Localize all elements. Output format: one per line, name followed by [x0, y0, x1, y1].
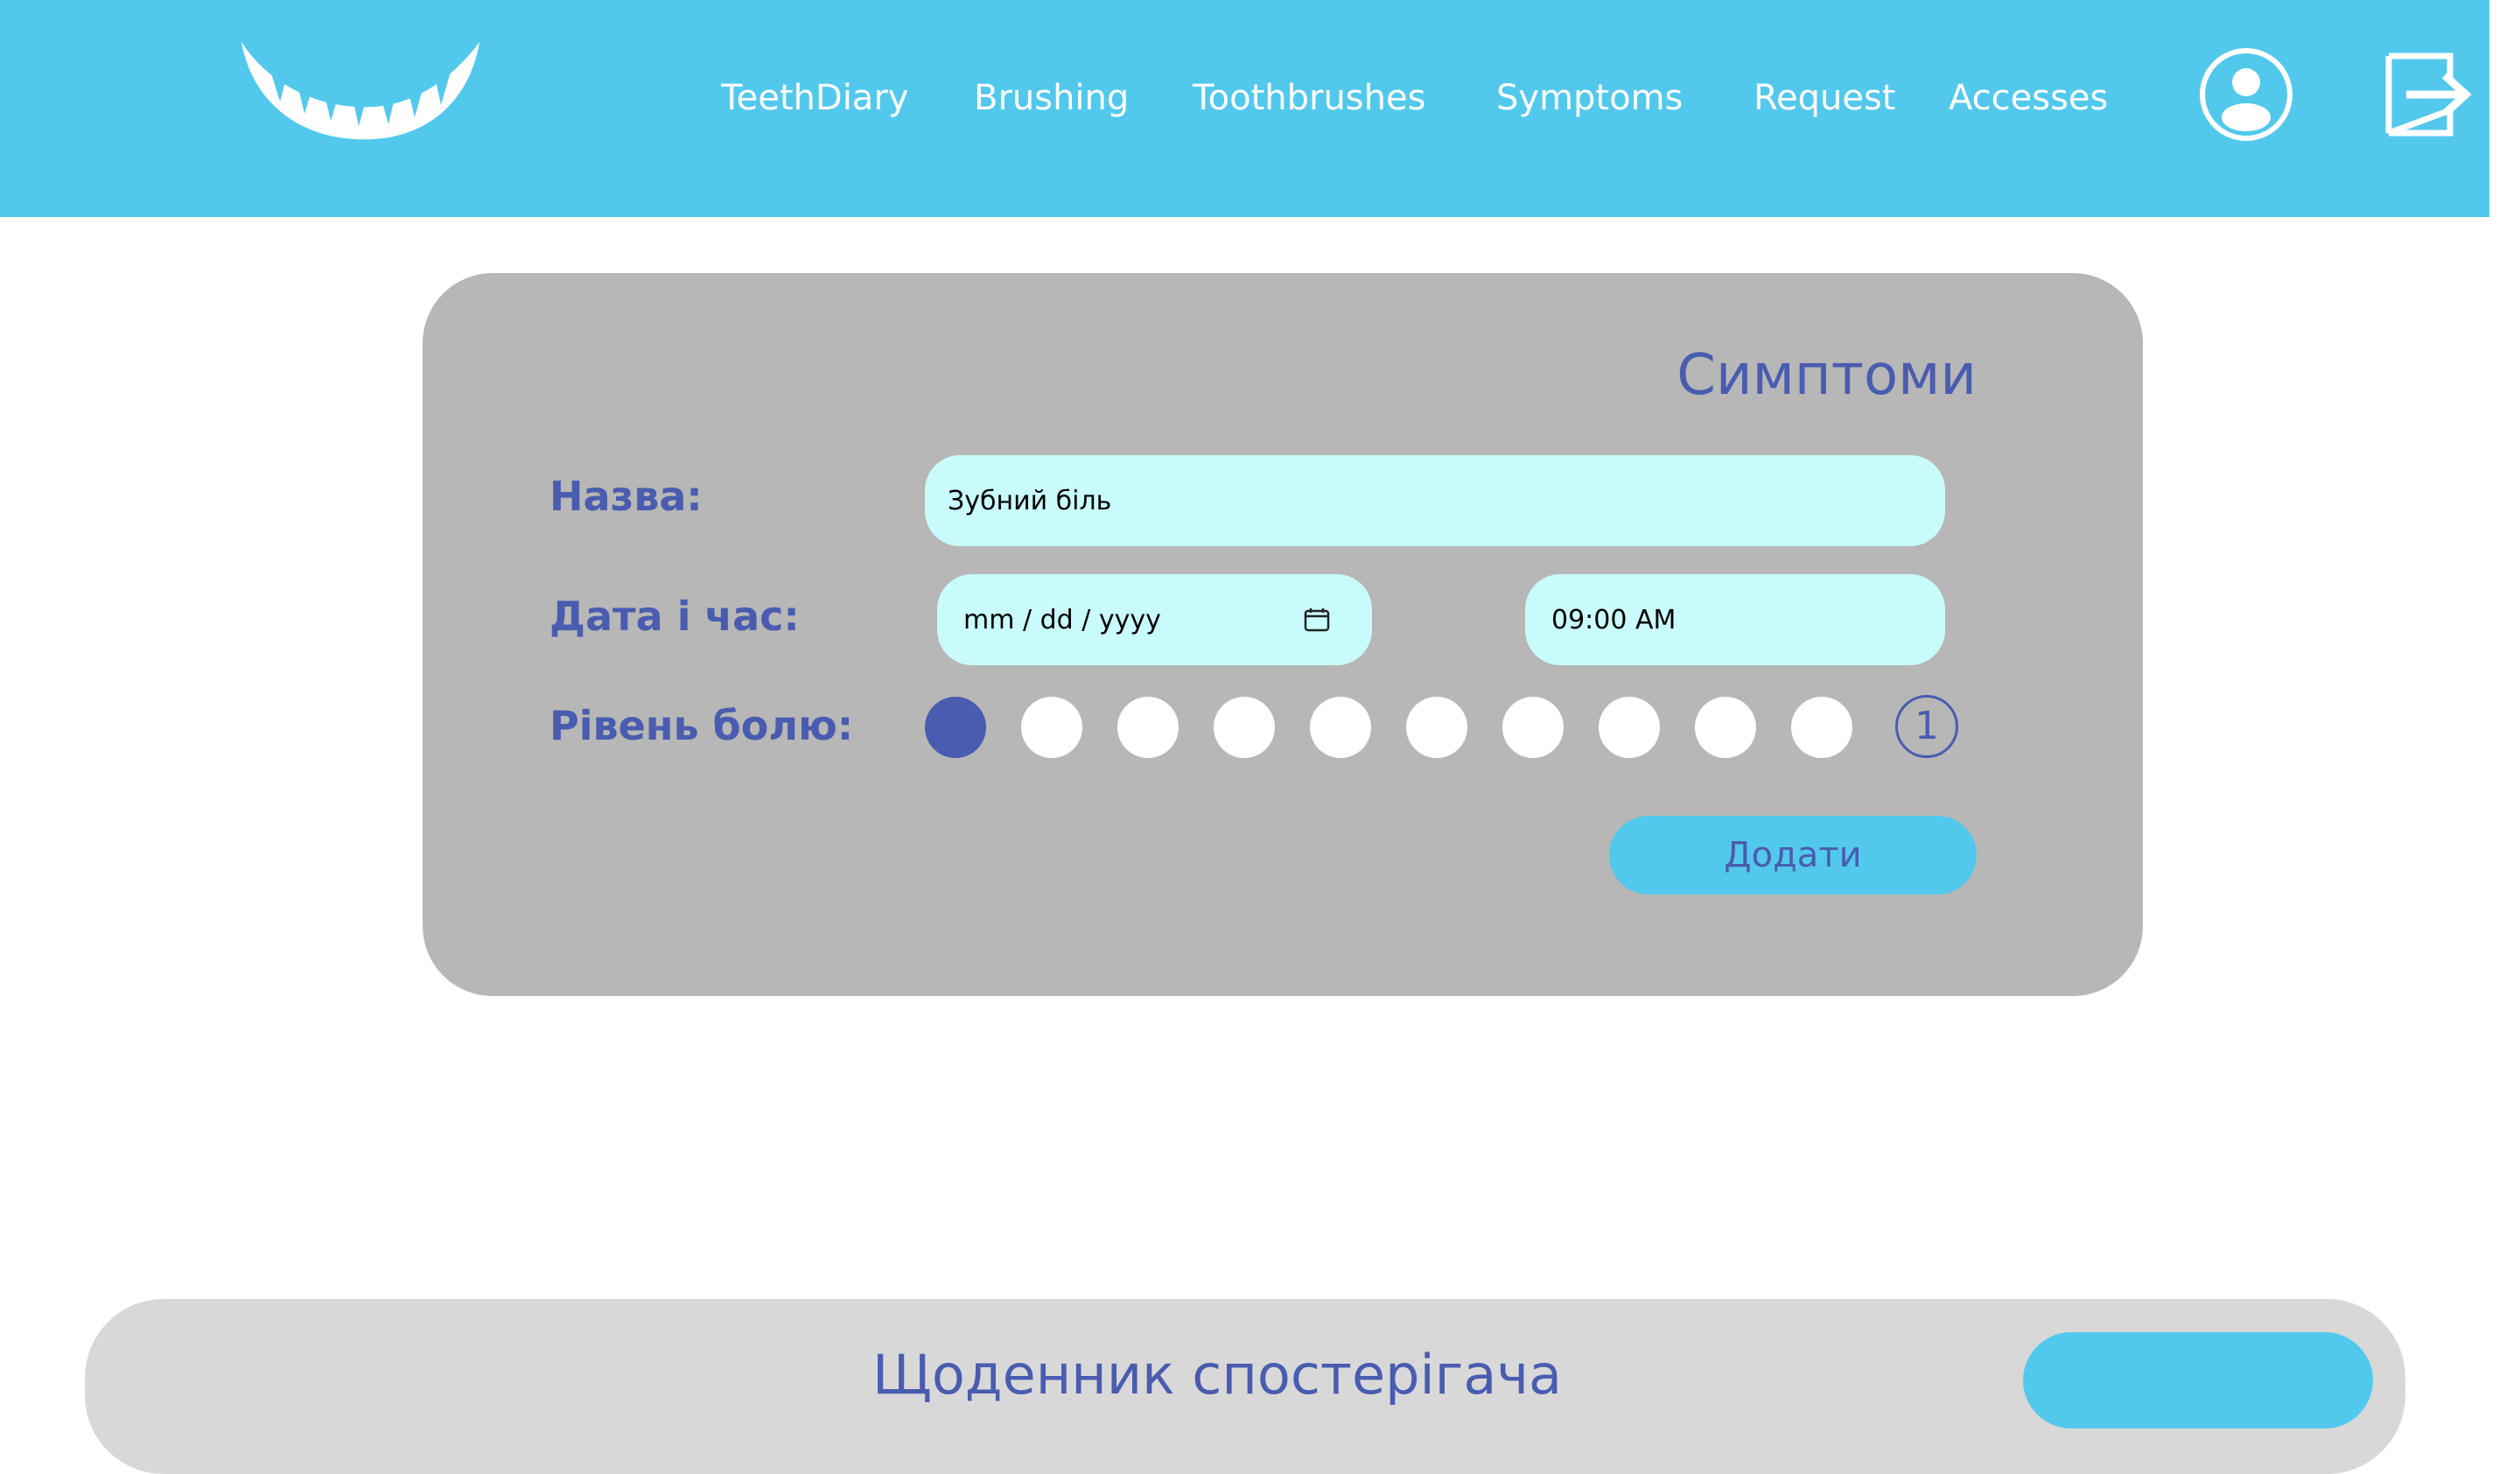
date-input[interactable]: mm / dd / yyyy — [937, 574, 1372, 665]
symptom-form-panel: Симптоми Назва: Дата і час: Рівень болю:… — [423, 273, 2143, 996]
pain-level-option[interactable] — [925, 697, 986, 758]
calendar-icon[interactable] — [1304, 607, 1330, 632]
nav-brushing[interactable]: Brushing — [974, 72, 1129, 124]
observer-diary-card: Щоденник спостерігача — [85, 1299, 2405, 1474]
pain-level-option[interactable] — [1695, 697, 1756, 758]
nav-symptoms[interactable]: Symptoms — [1496, 72, 1683, 124]
pain-level-option[interactable] — [1502, 697, 1564, 758]
top-header: TeethDiary Brushing Toothbrushes Symptom… — [0, 0, 2489, 217]
main-nav: TeethDiary Brushing Toothbrushes Symptom… — [0, 72, 2489, 124]
add-button[interactable]: Додати — [1609, 816, 1977, 895]
nav-accesses[interactable]: Accesses — [1949, 72, 2108, 124]
observer-diary-button[interactable] — [2023, 1332, 2373, 1428]
time-input[interactable]: 09:00 AM — [1525, 574, 1945, 665]
user-profile-icon[interactable] — [2199, 47, 2293, 142]
nav-request[interactable]: Request — [1754, 72, 1895, 124]
nav-toothbrushes[interactable]: Toothbrushes — [1193, 72, 1425, 124]
pain-level-option[interactable] — [1406, 697, 1467, 758]
pain-level-option[interactable] — [1599, 697, 1660, 758]
pain-level-option[interactable] — [1791, 697, 1852, 758]
logout-icon[interactable] — [2380, 47, 2474, 142]
name-label: Назва: — [550, 473, 703, 520]
pain-level-label: Рівень болю: — [550, 702, 854, 749]
pain-level-option[interactable] — [1117, 697, 1179, 758]
observer-diary-title: Щоденник спостерігача — [872, 1343, 1562, 1407]
pain-level-option[interactable] — [1310, 697, 1371, 758]
time-value: 09:00 AM — [1551, 604, 1676, 635]
pain-level-option[interactable] — [1021, 697, 1082, 758]
form-title: Симптоми — [1676, 343, 1977, 408]
symptom-name-input[interactable] — [925, 455, 1945, 546]
datetime-label: Дата і час: — [550, 593, 800, 640]
pain-level-value: 1 — [1895, 695, 1958, 758]
pain-level-option[interactable] — [1214, 697, 1275, 758]
date-placeholder: mm / dd / yyyy — [963, 604, 1161, 635]
nav-teethdiary[interactable]: TeethDiary — [721, 72, 908, 124]
